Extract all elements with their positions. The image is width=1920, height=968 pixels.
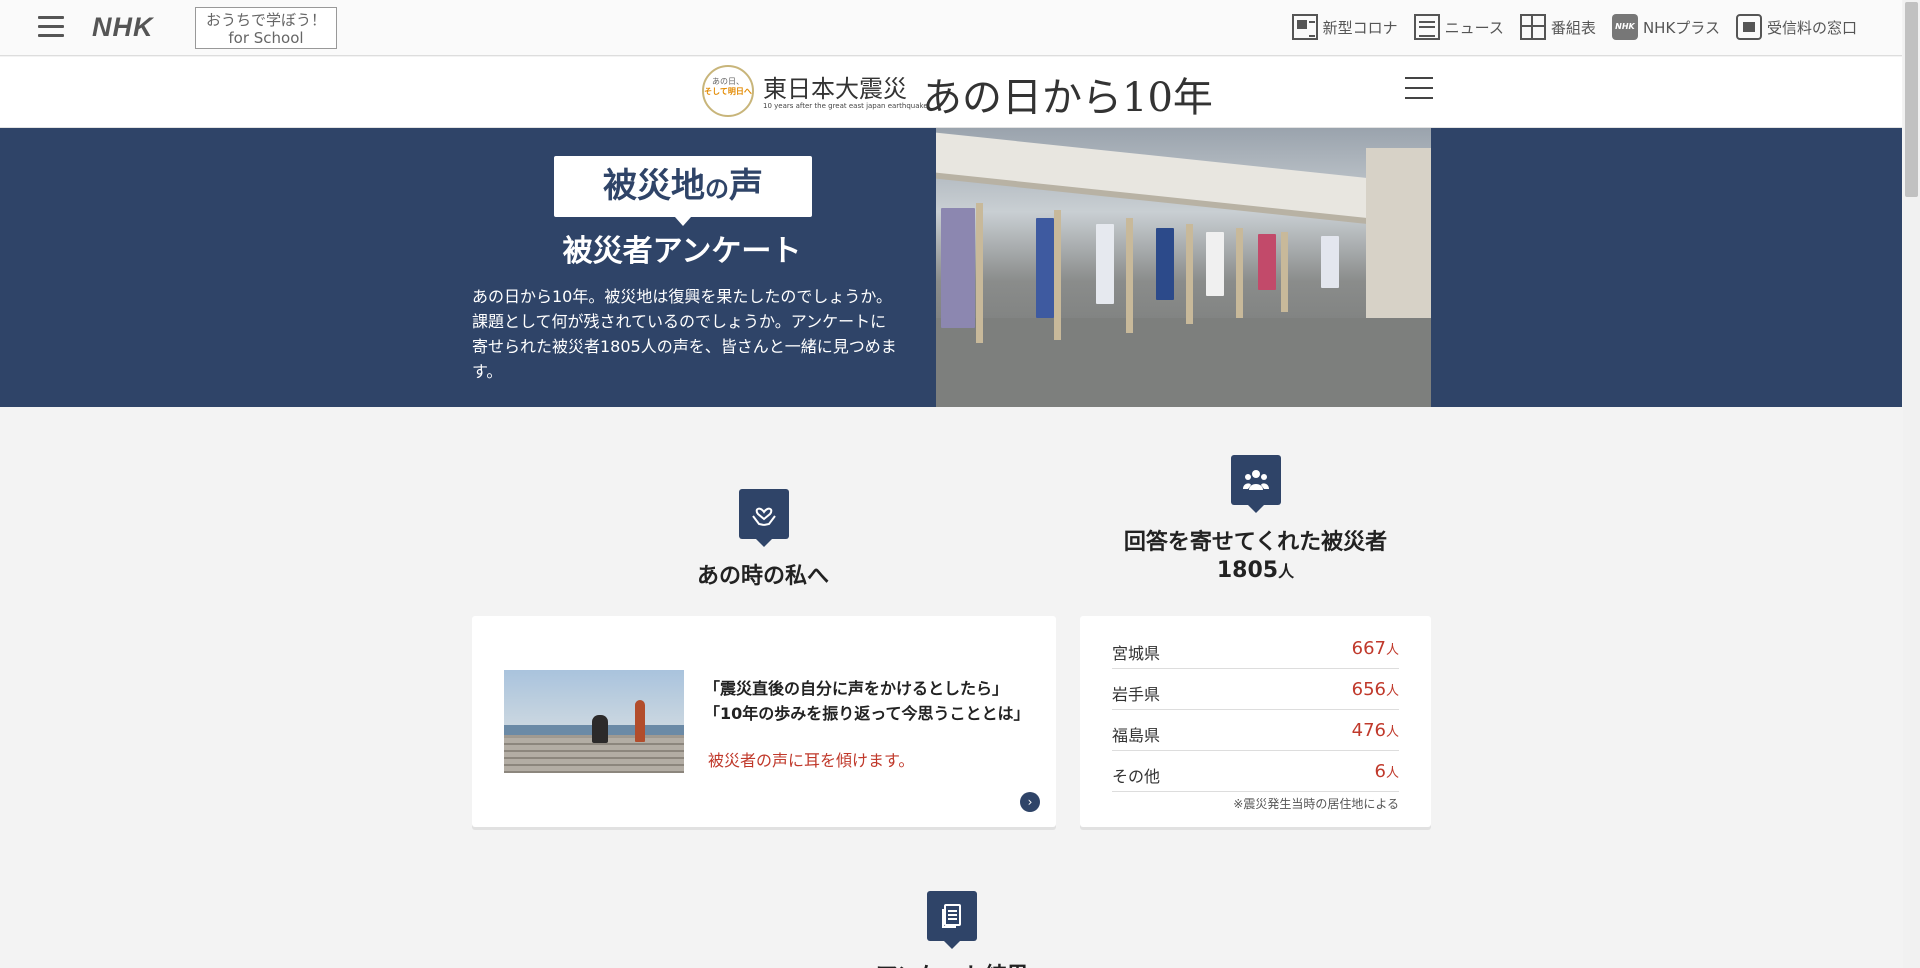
stat-count-value: 6 [1374, 761, 1386, 782]
badge-line2: そして明日へ [704, 87, 752, 96]
stat-row: 宮城県 667人 [1112, 628, 1399, 669]
badge-line1: あの日、 [712, 77, 744, 86]
respondents-title: 回答を寄せてくれた被災者 [1123, 530, 1388, 555]
news-icon [1413, 14, 1440, 40]
corona-icon [1291, 14, 1318, 40]
site-menu-icon[interactable] [1405, 77, 1433, 99]
nav-news-label: ニュース [1444, 18, 1504, 37]
hero-photo [936, 128, 1431, 407]
stat-footnote: ※震災発生当時の居住地による [1233, 797, 1399, 811]
document-icon [927, 891, 977, 949]
respondents-total: 1805人 [1080, 558, 1431, 583]
stat-count-value: 656 [1351, 679, 1386, 700]
hero-label-main: 被災地 [603, 166, 705, 206]
nav-reception-fee[interactable]: 受信料の窓口 [1735, 14, 1857, 40]
stat-count: 6人 [1375, 761, 1399, 782]
stat-row: 岩手県 656人 [1112, 669, 1399, 710]
results-section-title: アンケート結果 [802, 958, 1102, 968]
nav-corona[interactable]: 新型コロナ [1291, 14, 1398, 40]
school-line1: おうちで学ぼう！ [205, 11, 326, 29]
scrollbar-thumb[interactable] [1905, 2, 1918, 197]
nav-program-guide[interactable]: 番組表 [1519, 14, 1596, 40]
letter-section-title: あの時の私へ [696, 564, 829, 589]
hero-banner: 被災地の声 被災者アンケート あの日から10年。被災地は復興を果たしたのでしょう… [0, 128, 1902, 407]
letter-thumbnail [504, 670, 684, 773]
nhk-top-bar: NHK おうちで学ぼう！ for School 新型コロナ ニュース 番組表 N… [0, 0, 1902, 56]
respondents-total-number: 1805 [1216, 558, 1279, 583]
stat-count-unit: 人 [1385, 766, 1399, 781]
hero-description: あの日から10年。被災地は復興を果たしたのでしょうか。課題として何が残されている… [472, 287, 897, 381]
nhk-logo[interactable]: NHK [92, 12, 154, 43]
nav-news[interactable]: ニュース [1413, 14, 1504, 40]
stat-prefecture: その他 [1112, 767, 1161, 786]
letter-note: 被災者の声に耳を傾けます。 [708, 751, 915, 770]
program-guide-icon [1519, 14, 1546, 40]
hero-label-small: の [705, 175, 729, 203]
stat-count-value: 476 [1351, 720, 1386, 741]
nav-reception-fee-label: 受信料の窓口 [1766, 18, 1857, 37]
school-line2: for School [228, 29, 304, 47]
hero-label-end: 声 [729, 166, 763, 206]
people-group-icon [1231, 455, 1281, 513]
stat-count-unit: 人 [1385, 725, 1399, 740]
stat-count: 656人 [1352, 679, 1399, 700]
hero-subtitle: 被災者アンケート [562, 234, 802, 269]
nhk-plus-icon: NHK [1611, 14, 1638, 40]
respondents-total-unit: 人 [1278, 562, 1295, 581]
nav-nhk-plus[interactable]: NHK NHKプラス [1611, 14, 1720, 40]
page-scrollbar[interactable] [1903, 0, 1920, 968]
stat-count-unit: 人 [1385, 643, 1399, 658]
nav-program-guide-label: 番組表 [1550, 18, 1596, 37]
nav-corona-label: 新型コロナ [1322, 18, 1398, 37]
stat-row: 福島県 476人 [1112, 710, 1399, 751]
top-nav: 新型コロナ ニュース 番組表 NHK NHKプラス 受信料の窓口 [1291, 14, 1857, 40]
stat-row: その他 6人 [1112, 751, 1399, 792]
site-big-title[interactable]: あの日から10年 [922, 65, 1213, 123]
stat-prefecture: 岩手県 [1112, 685, 1161, 704]
site-header: あの日、 そして明日へ 東日本大震災 10 years after the gr… [0, 57, 1902, 128]
global-menu-icon[interactable] [38, 16, 64, 38]
stat-count-value: 667 [1351, 638, 1386, 659]
stat-prefecture: 宮城県 [1112, 644, 1161, 663]
nav-nhk-plus-label: NHKプラス [1642, 18, 1720, 37]
letter-card[interactable]: 「震災直後の自分に声をかけるとしたら」 「10年の歩みを振り返って今思うこととは… [472, 616, 1056, 827]
heart-hands-icon [739, 489, 789, 547]
site-title[interactable]: 東日本大震災 [763, 69, 907, 104]
respondents-stats-card: 宮城県 667人 岩手県 656人 福島県 476人 その他 6人 ※震災発生当… [1080, 616, 1431, 827]
stat-count: 476人 [1352, 720, 1399, 741]
reception-fee-icon [1735, 14, 1762, 40]
anohi-logo-badge[interactable]: あの日、 そして明日へ [702, 65, 754, 117]
for-school-link[interactable]: おうちで学ぼう！ for School [195, 7, 337, 49]
letter-question-1: 「震災直後の自分に声をかけるとしたら」 [704, 679, 1009, 698]
stat-count: 667人 [1352, 638, 1399, 659]
site-subtitle: 10 years after the great east japan eart… [763, 102, 928, 110]
stat-count-unit: 人 [1385, 684, 1399, 699]
chevron-right-icon[interactable]: › [1020, 792, 1040, 812]
hero-label: 被災地の声 [554, 156, 812, 226]
stat-prefecture: 福島県 [1112, 726, 1161, 745]
letter-question-2: 「10年の歩みを振り返って今思うこととは」 [704, 704, 1030, 723]
